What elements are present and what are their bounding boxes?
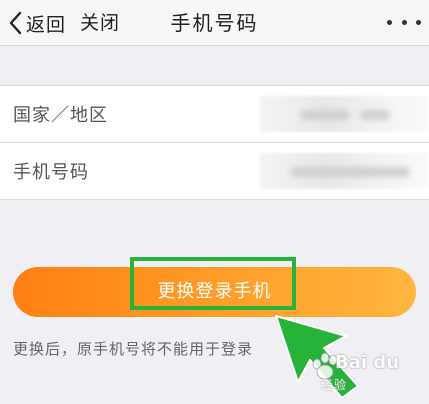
phone-number-label: 手机号码 (13, 162, 89, 183)
phone-number-row[interactable]: 手机号码 (0, 142, 429, 199)
change-login-phone-label: 更换登录手机 (157, 281, 272, 302)
change-login-phone-button[interactable]: 更换登录手机 (13, 267, 416, 317)
page-title: 手机号码 (170, 11, 259, 35)
annotation-arrow-icon (272, 312, 362, 400)
navigation-bar: 返回 关闭 手机号码 (0, 0, 429, 46)
phone-number-value[interactable] (260, 153, 429, 189)
change-phone-hint: 更换后，原手机号将不能用于登录 (13, 340, 254, 358)
blurred-value (300, 110, 350, 120)
baidu-watermark-logo: Bai du 经验 (307, 350, 425, 396)
phone-form: 国家／地区 手机号码 (0, 85, 429, 200)
blurred-value (360, 110, 390, 120)
more-dots-icon[interactable] (387, 14, 421, 30)
more-dot (387, 19, 392, 25)
country-region-value[interactable] (260, 96, 429, 132)
more-dot (401, 19, 407, 25)
watermark-brand: Bai du (335, 352, 400, 373)
country-region-row[interactable]: 国家／地区 (0, 86, 429, 142)
country-region-label: 国家／地区 (13, 105, 108, 126)
blurred-value (290, 167, 410, 177)
watermark-sub: 经验 (321, 378, 348, 392)
more-dot (416, 19, 421, 25)
